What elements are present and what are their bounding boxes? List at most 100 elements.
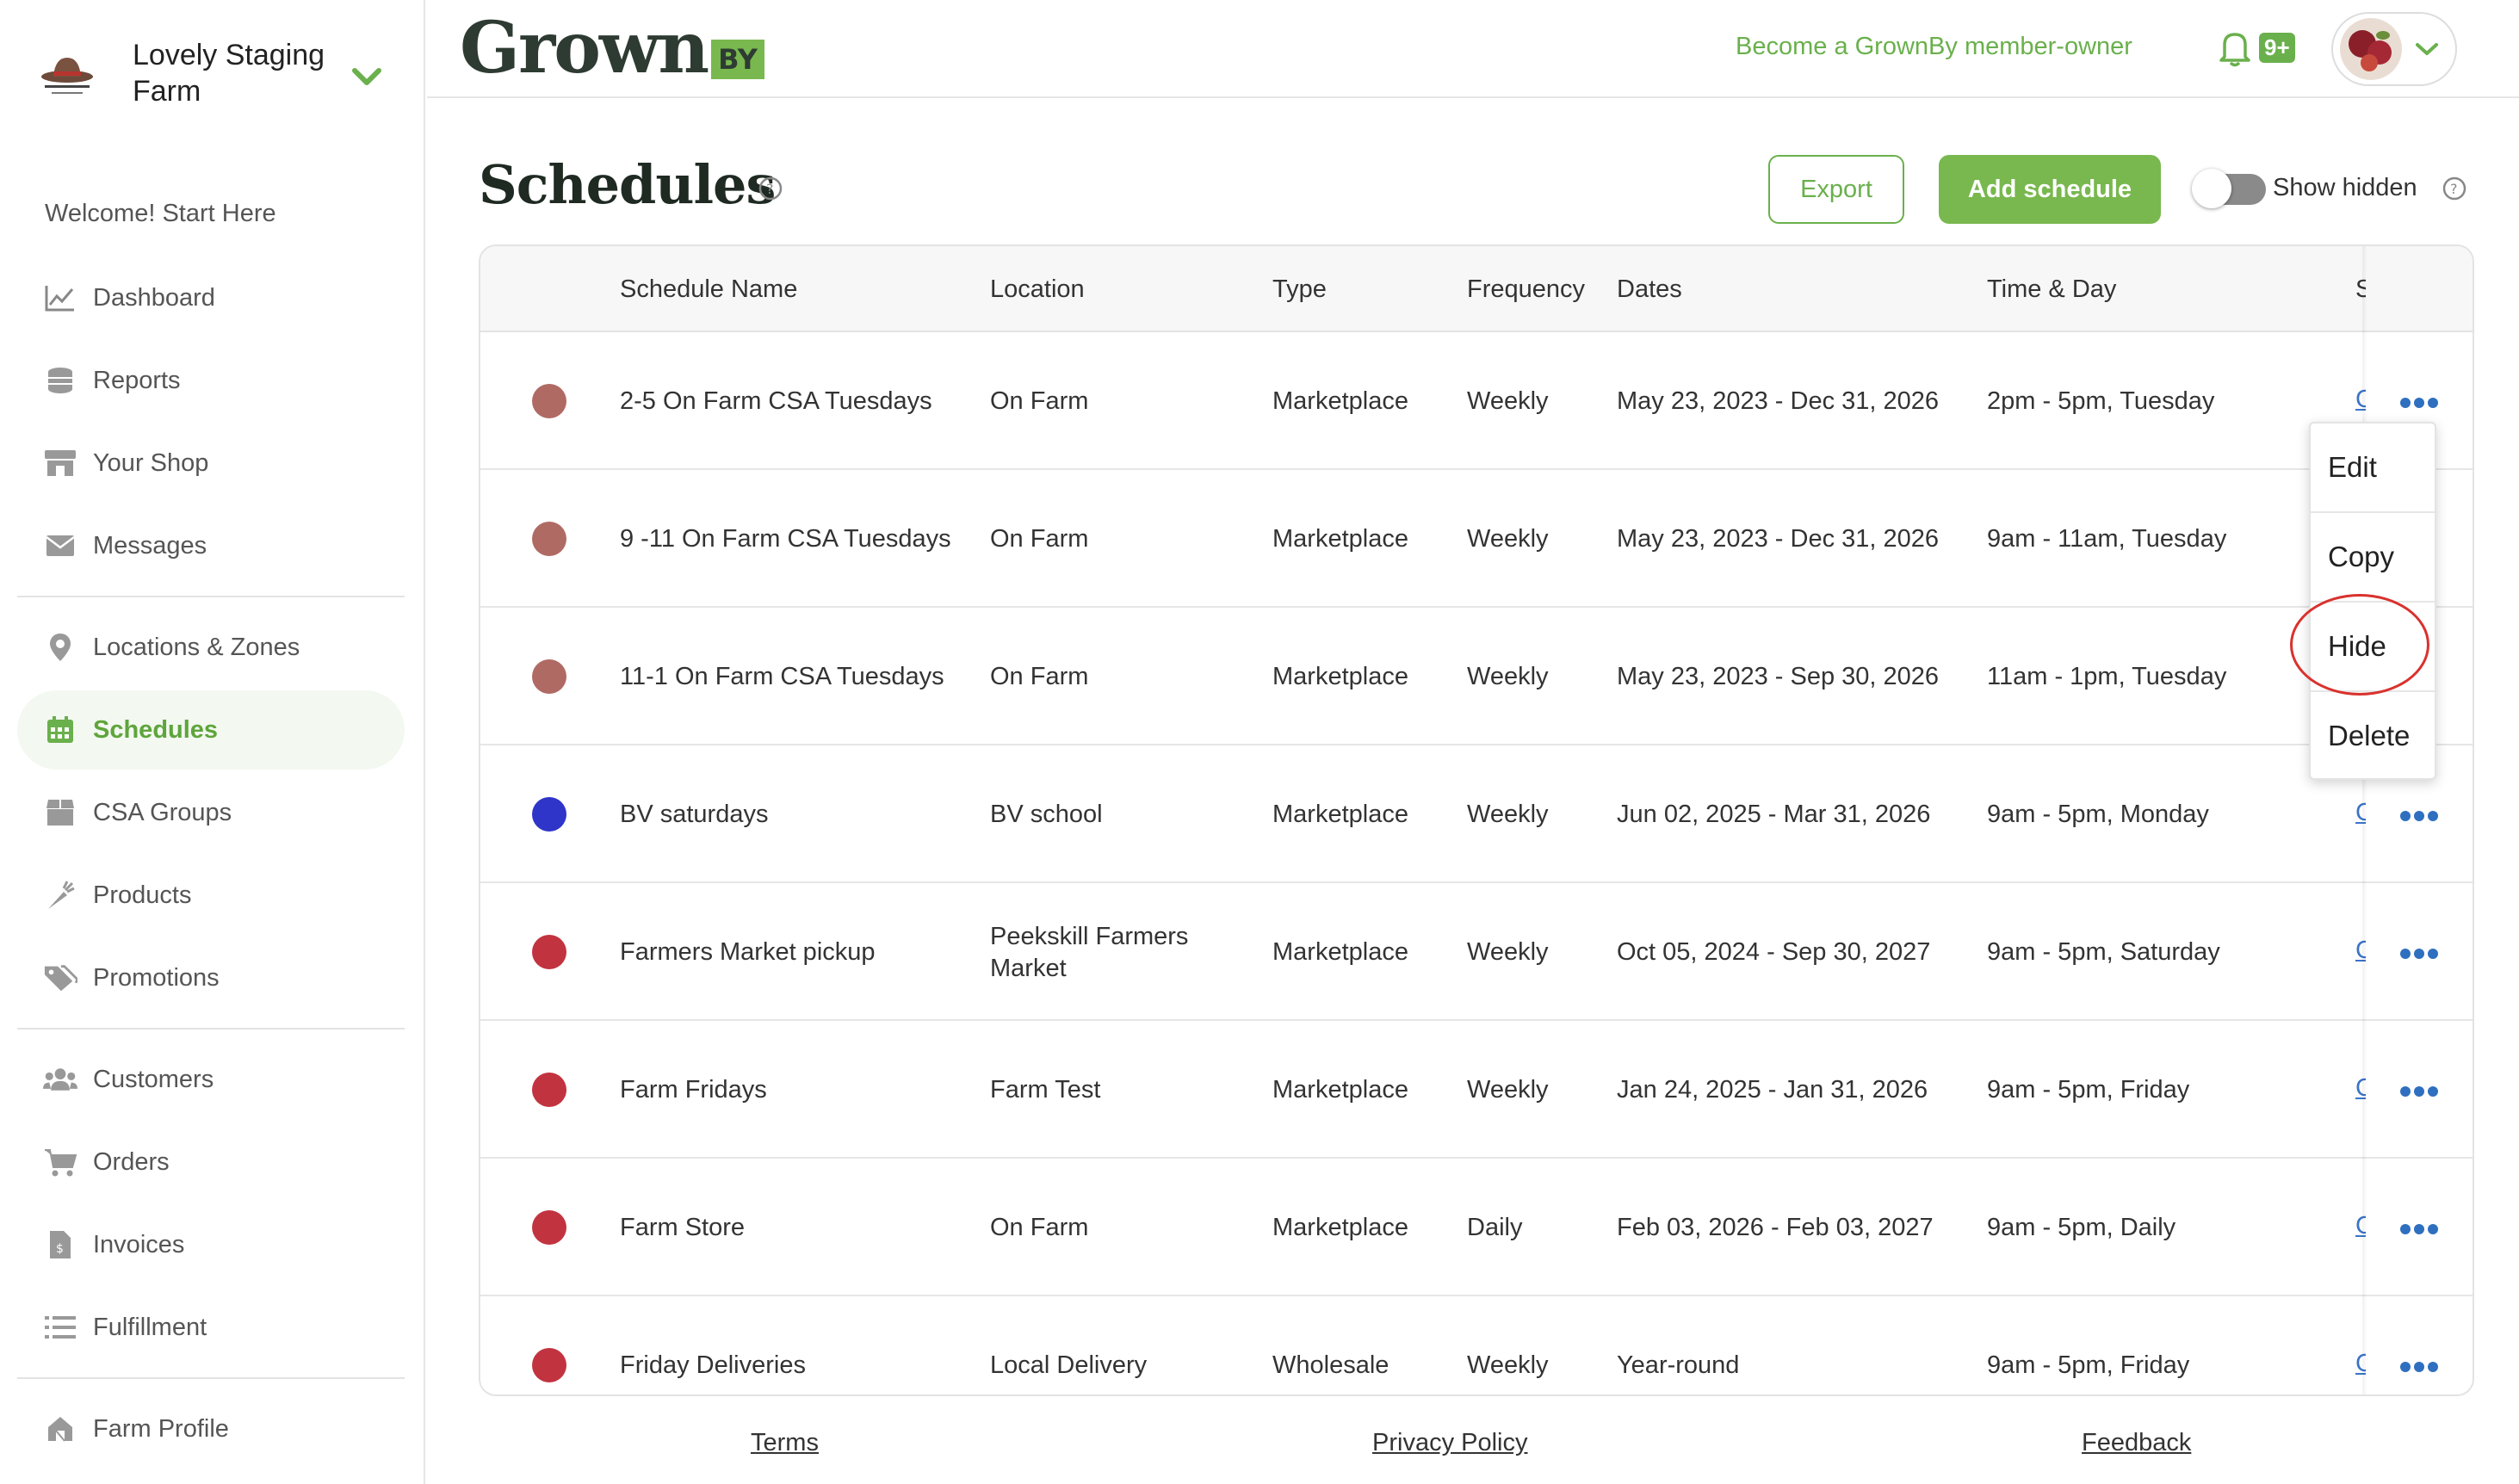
schedule-name[interactable]: 11-1 On Farm CSA Tuesdays: [620, 661, 944, 693]
sidebar-item-messages[interactable]: Messages: [17, 506, 405, 585]
table-row[interactable]: Friday Deliveries Local Delivery Wholesa…: [480, 1296, 2473, 1394]
farm-name: Lovely Staging Farm: [133, 39, 325, 108]
schedules-table: Schedule Name Location Type Frequency Da…: [479, 244, 2474, 1396]
schedule-color-dot: [532, 384, 566, 418]
table-row[interactable]: 11-1 On Farm CSA Tuesdays On Farm Market…: [480, 608, 2473, 745]
column-header-time-day[interactable]: Time & Day: [1987, 275, 2116, 304]
feedback-link[interactable]: Feedback: [2082, 1429, 2191, 1457]
schedule-name[interactable]: BV saturdays: [620, 799, 768, 831]
more-options-icon[interactable]: [2400, 394, 2438, 411]
column-header-frequency[interactable]: Frequency: [1467, 275, 1585, 304]
schedule-location: Peekskill Farmers Market: [990, 923, 1189, 982]
notification-badge: 9+: [2259, 33, 2295, 63]
grownby-logo[interactable]: Grown BY: [460, 7, 764, 90]
sidebar-item-promotions[interactable]: Promotions: [17, 938, 405, 1017]
sidebar-item-customers[interactable]: Customers: [17, 1040, 405, 1119]
schedule-time-day: 9am - 5pm, Friday: [1987, 1351, 2190, 1379]
sidebar-item-label: Schedules: [93, 715, 219, 744]
sidebar-item-label: Locations & Zones: [93, 633, 300, 661]
top-bar: Grown BY Become a GrownBy member-owner 9…: [427, 0, 2519, 98]
sidebar-item-schedules[interactable]: Schedules: [17, 690, 405, 770]
menu-item-delete[interactable]: Delete: [2311, 692, 2438, 780]
schedule-location: On Farm: [990, 525, 1089, 553]
sidebar-item-locations[interactable]: Locations & Zones: [17, 608, 405, 687]
schedule-type: Marketplace: [1272, 663, 1408, 690]
schedule-type: Marketplace: [1272, 1076, 1408, 1104]
help-icon[interactable]: ?: [758, 176, 783, 201]
column-header-type[interactable]: Type: [1272, 275, 1327, 304]
list-icon: [43, 1310, 77, 1345]
store-icon: [43, 446, 77, 480]
sidebar-item-your-shop[interactable]: Your Shop: [17, 424, 405, 503]
help-icon[interactable]: ?: [2442, 176, 2467, 201]
schedule-dates: May 23, 2023 - Dec 31, 2026: [1617, 525, 1940, 553]
schedule-name[interactable]: 9 -11 On Farm CSA Tuesdays: [620, 523, 951, 555]
column-header-dates[interactable]: Dates: [1617, 275, 1682, 304]
schedule-type: Wholesale: [1272, 1351, 1389, 1379]
table-row[interactable]: 2-5 On Farm CSA Tuesdays On Farm Marketp…: [480, 332, 2473, 470]
column-header-name[interactable]: Schedule Name: [620, 275, 797, 304]
add-schedule-button[interactable]: Add schedule: [1939, 155, 2161, 224]
terms-link[interactable]: Terms: [751, 1429, 819, 1457]
farm-switcher[interactable]: Lovely Staging Farm: [31, 26, 410, 121]
sidebar-item-csa-groups[interactable]: CSA Groups: [17, 773, 405, 852]
highlight-circle: [2290, 594, 2429, 696]
schedule-dates: Jan 24, 2025 - Jan 31, 2026: [1617, 1076, 1928, 1104]
schedule-name[interactable]: Farm Fridays: [620, 1074, 767, 1106]
schedule-color-dot: [532, 522, 566, 556]
schedule-type: Marketplace: [1272, 525, 1408, 553]
sidebar-item-label: Orders: [93, 1147, 170, 1176]
carrot-icon: [43, 878, 77, 912]
bell-icon[interactable]: [2218, 29, 2252, 67]
sidebar-item-invoices[interactable]: $ Invoices: [17, 1205, 405, 1284]
schedule-location: On Farm: [990, 1214, 1089, 1241]
toggle-knob: [2192, 169, 2231, 208]
menu-item-edit[interactable]: Edit: [2311, 424, 2438, 511]
schedule-name[interactable]: Friday Deliveries: [620, 1350, 806, 1382]
chevron-down-icon[interactable]: [350, 62, 384, 93]
welcome-link[interactable]: Welcome! Start Here: [45, 200, 276, 228]
sidebar-item-fulfillment[interactable]: Fulfillment: [17, 1288, 405, 1367]
map-pin-icon: [43, 630, 77, 665]
schedule-name[interactable]: 2-5 On Farm CSA Tuesdays: [620, 386, 932, 417]
table-row[interactable]: Farm Store On Farm Marketplace Daily Feb…: [480, 1159, 2473, 1296]
column-header-location[interactable]: Location: [990, 275, 1085, 304]
invoice-icon: $: [43, 1227, 77, 1262]
avatar: [2340, 18, 2402, 80]
become-member-link[interactable]: Become a GrownBy member-owner: [1736, 33, 2132, 61]
sidebar-item-dashboard[interactable]: Dashboard: [17, 258, 405, 337]
schedule-time-day: 9am - 5pm, Friday: [1987, 1076, 2190, 1104]
divider: [17, 1028, 405, 1030]
schedule-location: On Farm: [990, 387, 1089, 415]
schedule-time-day: 9am - 5pm, Saturday: [1987, 938, 2220, 966]
schedule-color-dot: [532, 1348, 566, 1382]
sidebar-item-farm-profile[interactable]: Farm Profile: [17, 1389, 405, 1469]
sidebar-item-products[interactable]: Products: [17, 856, 405, 935]
sidebar-item-label: Customers: [93, 1065, 214, 1093]
more-options-icon[interactable]: [2400, 1221, 2438, 1238]
farm-icon: [43, 1412, 77, 1446]
schedule-time-day: 9am - 11am, Tuesday: [1987, 525, 2227, 553]
schedule-dates: Oct 05, 2024 - Sep 30, 2027: [1617, 938, 1931, 966]
export-button[interactable]: Export: [1768, 155, 1904, 224]
table-row[interactable]: BV saturdays BV school Marketplace Weekl…: [480, 745, 2473, 883]
sidebar-item-label: Messages: [93, 531, 207, 560]
more-options-icon[interactable]: [2400, 1083, 2438, 1100]
schedule-frequency: Weekly: [1467, 1076, 1549, 1104]
table-row[interactable]: Farm Fridays Farm Test Marketplace Weekl…: [480, 1021, 2473, 1159]
schedule-name[interactable]: Farm Store: [620, 1212, 745, 1244]
more-options-icon[interactable]: [2400, 1358, 2438, 1376]
sidebar-item-label: CSA Groups: [93, 798, 232, 826]
users-icon: [43, 1062, 77, 1097]
sidebar-item-reports[interactable]: Reports: [17, 341, 405, 420]
schedule-name[interactable]: Farmers Market pickup: [620, 937, 876, 968]
more-options-icon[interactable]: [2400, 945, 2438, 962]
privacy-policy-link[interactable]: Privacy Policy: [1372, 1429, 1528, 1457]
account-menu-button[interactable]: [2331, 12, 2457, 86]
sidebar-item-orders[interactable]: Orders: [17, 1122, 405, 1202]
table-row[interactable]: Farmers Market pickup Peekskill Farmers …: [480, 883, 2473, 1021]
more-options-icon[interactable]: [2400, 807, 2438, 825]
table-row[interactable]: 9 -11 On Farm CSA Tuesdays On Farm Marke…: [480, 470, 2473, 608]
menu-item-copy[interactable]: Copy: [2311, 513, 2438, 601]
schedule-frequency: Weekly: [1467, 663, 1549, 690]
